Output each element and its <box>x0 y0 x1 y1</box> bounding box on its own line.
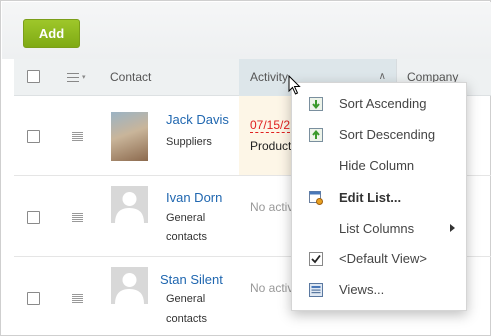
header-activity-label: Activity <box>250 70 289 84</box>
contact-type-line1: General <box>166 293 206 305</box>
row-menu-icon[interactable] <box>72 294 83 303</box>
edit-list-icon <box>309 191 323 205</box>
row-checkbox[interactable] <box>27 130 40 143</box>
menu-item-label: Views... <box>339 282 385 297</box>
menu-item-label: Hide Column <box>339 158 415 173</box>
contact-name[interactable]: Stan Silent <box>160 272 223 287</box>
row-checkbox[interactable] <box>27 211 40 224</box>
no-activity-text: No activ <box>250 281 294 295</box>
menu-item-label: Sort Ascending <box>339 96 427 111</box>
column-settings-icon[interactable] <box>67 73 79 82</box>
column-menu: Sort Ascending Sort Descending Hide Colu… <box>291 82 467 311</box>
menu-item-edit-list[interactable]: Edit List... <box>292 183 468 213</box>
menu-item-views[interactable]: Views... <box>292 275 468 305</box>
menu-item-label: List Columns <box>339 221 415 236</box>
menu-item-sort-ascending[interactable]: Sort Ascending <box>292 89 468 119</box>
avatar <box>111 186 148 223</box>
row-checkbox[interactable] <box>27 292 40 305</box>
add-button[interactable]: Add <box>23 19 80 48</box>
contact-type-line2: contacts <box>166 231 207 243</box>
select-all-checkbox[interactable] <box>27 70 40 83</box>
row-menu-icon[interactable] <box>72 132 83 141</box>
submenu-arrow-icon <box>450 224 455 232</box>
window-frame: Add ▾ Contact Activity ∧ Company Jack Da… <box>0 0 491 336</box>
sort-descending-icon <box>309 128 323 142</box>
mouse-cursor-icon <box>288 75 301 95</box>
contact-name[interactable]: Jack Davis <box>166 112 229 127</box>
menu-item-default-view[interactable]: <Default View> <box>292 244 468 274</box>
menu-item-label: <Default View> <box>339 251 427 266</box>
checkmark-icon <box>309 252 323 266</box>
column-settings-arrow-icon: ▾ <box>82 74 86 81</box>
header-contact[interactable]: Contact <box>110 59 151 96</box>
avatar <box>111 267 148 304</box>
menu-item-label: Sort Descending <box>339 127 436 142</box>
menu-item-sort-descending[interactable]: Sort Descending <box>292 120 468 150</box>
activity-date[interactable]: 07/15/2 <box>250 118 291 133</box>
contact-type: Suppliers <box>166 136 212 148</box>
sort-ascending-icon <box>309 97 323 111</box>
contact-type-line2: contacts <box>166 313 207 325</box>
contact-type-line1: General <box>166 212 206 224</box>
row-menu-icon[interactable] <box>72 213 83 222</box>
contact-name[interactable]: Ivan Dorn <box>166 190 222 205</box>
no-activity-text: No activ <box>250 200 294 214</box>
toolbar: Add <box>2 2 491 59</box>
activity-text[interactable]: Product <box>250 139 291 153</box>
menu-item-list-columns[interactable]: List Columns <box>292 214 468 244</box>
views-icon <box>309 283 323 297</box>
avatar <box>111 112 148 161</box>
menu-item-label: Edit List... <box>339 190 402 205</box>
menu-item-hide-column[interactable]: Hide Column <box>292 151 468 181</box>
